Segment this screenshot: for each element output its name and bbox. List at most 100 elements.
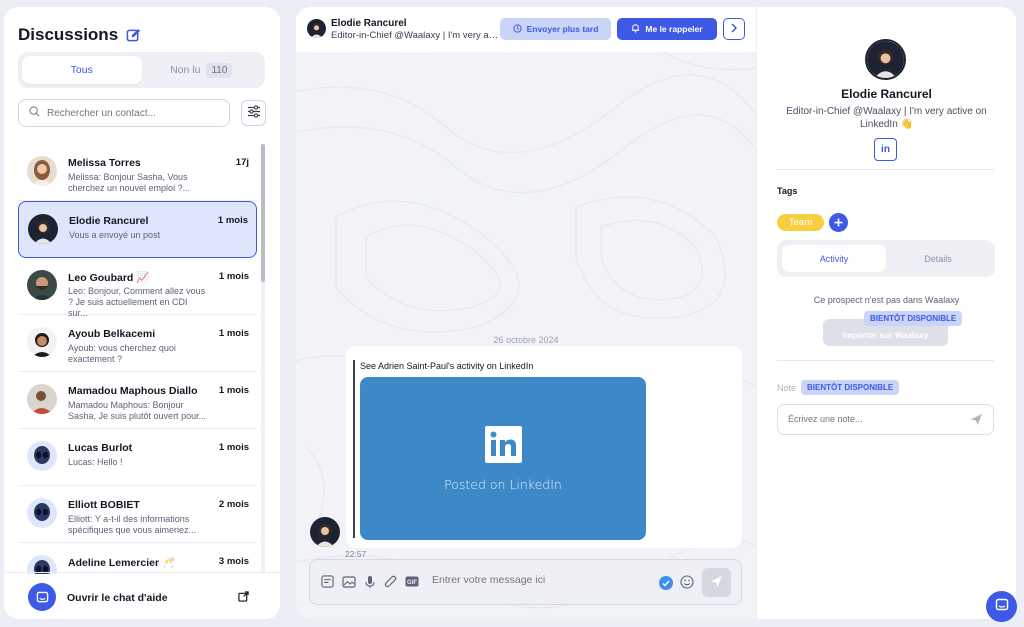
coming-soon-badge: BIENTÔT DISPONIBLE (801, 380, 900, 395)
next-button[interactable] (723, 18, 745, 40)
contact-name: Elodie Rancurel (69, 215, 149, 227)
remind-me-button[interactable]: Me le rappeler (617, 18, 717, 40)
unread-count-badge: 110 (206, 62, 233, 78)
tab-unread[interactable]: Non lu 110 (142, 56, 262, 84)
contact-preview: Mamadou Maphous: Bonjour Sasha, Je suis … (68, 400, 207, 421)
alien-avatar (27, 498, 57, 528)
contact-preview: Elliott: Y a-t-il des informations spéci… (68, 514, 197, 535)
contact-preview: Ayoub: vous cherchez quoi exactement ? (68, 343, 176, 364)
gif-icon[interactable]: GIF (404, 574, 419, 589)
linkedin-post-card[interactable]: Posted on LinkedIn (360, 377, 646, 540)
linkedin-card-label: Posted on LinkedIn (444, 476, 562, 492)
conversations-panel: Discussions Tous Non lu 110 Melissa Torr… (4, 7, 280, 619)
tab-activity[interactable]: Activity (782, 245, 886, 272)
contact-item[interactable]: Adeline Lemercier 🥂 3 mois (18, 543, 257, 574)
contact-item[interactable]: Ayoub Belkacemi 1 mois Ayoub: vous cherc… (18, 315, 257, 372)
contact-name: Lucas Burlot (68, 442, 133, 454)
divider (777, 169, 994, 170)
note-label: Note (777, 383, 797, 393)
date-separator: 26 octobre 2024 (493, 335, 559, 345)
contact-preview: Vous a envoyé un post (69, 230, 161, 240)
send-later-label: Envoyer plus tard (526, 24, 599, 34)
note-input[interactable] (788, 414, 958, 424)
divider (777, 360, 994, 361)
contact-item[interactable]: Leo Goubard 📈 1 mois Leo: Bonjour, Comme… (18, 258, 257, 318)
conversation-contact-headline: Editor-in-Chief @Waalaxy | I'm very acti… (331, 30, 499, 41)
tab-all[interactable]: Tous (22, 56, 142, 84)
send-icon[interactable] (970, 413, 983, 429)
linkedin-icon: in (881, 144, 890, 155)
contact-item[interactable]: Elliott BOBIET 2 mois Elliott: Y a-t-il … (18, 486, 257, 543)
external-link-icon[interactable] (238, 591, 249, 605)
contact-item[interactable]: Melissa Torres 17j Melissa: Bonjour Sash… (18, 144, 257, 201)
scrollbar-thumb[interactable] (261, 144, 265, 282)
contact-details-panel: Elodie Rancurel Editor-in-Chief @Waalaxy… (757, 7, 1016, 619)
avatar (865, 39, 906, 80)
message-input[interactable] (432, 574, 647, 586)
conversation-filter: Tous Non lu 110 (18, 52, 265, 88)
avatar (28, 214, 58, 244)
bell-icon (631, 23, 640, 35)
tab-details[interactable]: Details (886, 245, 990, 272)
contact-time: 1 mois (218, 328, 249, 339)
details-tabs: Activity Details (777, 240, 995, 277)
remind-me-label: Me le rappeler (645, 24, 703, 34)
profile-name: Elodie Rancurel (841, 87, 932, 101)
emoji-icon[interactable] (680, 575, 694, 592)
contact-time: 1 mois (218, 385, 249, 396)
message-time: 22:57 (345, 549, 367, 559)
add-tag-button[interactable] (829, 213, 848, 232)
contact-item[interactable]: Lucas Burlot 1 mois Lucas: Hello ! (18, 429, 257, 486)
image-icon[interactable] (341, 574, 356, 589)
conversation-panel: Elodie Rancurel Editor-in-Chief @Waalaxy… (296, 7, 756, 619)
microphone-icon[interactable] (362, 574, 377, 589)
contact-preview: Lucas: Hello ! (68, 457, 123, 467)
avatar[interactable] (307, 19, 326, 38)
chevron-right-icon (730, 22, 738, 36)
prospect-status-text: Ce prospect n'est pas dans Waalaxy (813, 295, 960, 305)
contact-time: 17j (235, 157, 249, 168)
note-field (777, 404, 994, 435)
contact-name: Leo Goubard 📈 (68, 272, 150, 284)
message-composer: GIF (309, 559, 742, 605)
contact-item[interactable]: Mamadou Maphous Diallo 1 mois Mamadou Ma… (18, 372, 257, 429)
tab-all-label: Tous (70, 64, 93, 76)
coming-soon-badge: BIENTÔT DISPONIBLE (864, 311, 963, 326)
filter-button[interactable] (241, 100, 266, 126)
send-icon (710, 575, 723, 591)
send-button[interactable] (702, 568, 731, 597)
sliders-icon (247, 105, 261, 121)
contact-time: 2 mois (218, 499, 249, 510)
linkedin-logo-icon (484, 425, 522, 466)
search-input[interactable] (47, 107, 217, 119)
help-chat-row[interactable]: Ouvrir le chat d'aide (4, 572, 280, 619)
conversation-contact-name[interactable]: Elodie Rancurel (331, 18, 407, 29)
contact-name: Elliott BOBIET (68, 499, 140, 511)
linkedin-profile-button[interactable]: in (874, 138, 897, 161)
contact-item[interactable]: Elodie Rancurel 1 mois Vous a envoyé un … (18, 201, 257, 258)
compose-icon[interactable] (126, 28, 141, 43)
contact-time: 3 mois (218, 556, 249, 567)
profile-headline: Editor-in-Chief @Waalaxy | I'm very acti… (786, 106, 987, 130)
tag-chip[interactable]: Team (777, 214, 824, 231)
message-bubble: See Adrien Saint-Paul's activity on Link… (346, 346, 742, 548)
contact-name: Ayoub Belkacemi (68, 328, 156, 340)
check-icon[interactable] (659, 576, 673, 590)
avatar (310, 517, 340, 547)
tab-unread-label: Non lu (170, 64, 201, 76)
contact-list: Melissa Torres 17j Melissa: Bonjour Sash… (18, 144, 257, 574)
message-text: See Adrien Saint-Paul's activity on Link… (360, 361, 534, 371)
quote-bar (353, 360, 355, 538)
contact-time: 1 mois (217, 215, 248, 226)
conversations-header: Discussions (18, 25, 141, 45)
help-chat-label: Ouvrir le chat d'aide (67, 592, 168, 604)
template-icon[interactable] (320, 574, 335, 589)
contact-name: Adeline Lemercier 🥂 (68, 557, 176, 569)
chat-icon (995, 598, 1009, 615)
avatar (27, 156, 57, 186)
support-chat-button[interactable] (986, 591, 1017, 622)
contact-list-scrollbar[interactable] (261, 144, 265, 574)
send-later-button[interactable]: Envoyer plus tard (500, 18, 611, 40)
paperclip-icon[interactable] (383, 574, 398, 589)
contact-preview: Melissa: Bonjour Sasha, Vous cherchez un… (68, 172, 191, 193)
